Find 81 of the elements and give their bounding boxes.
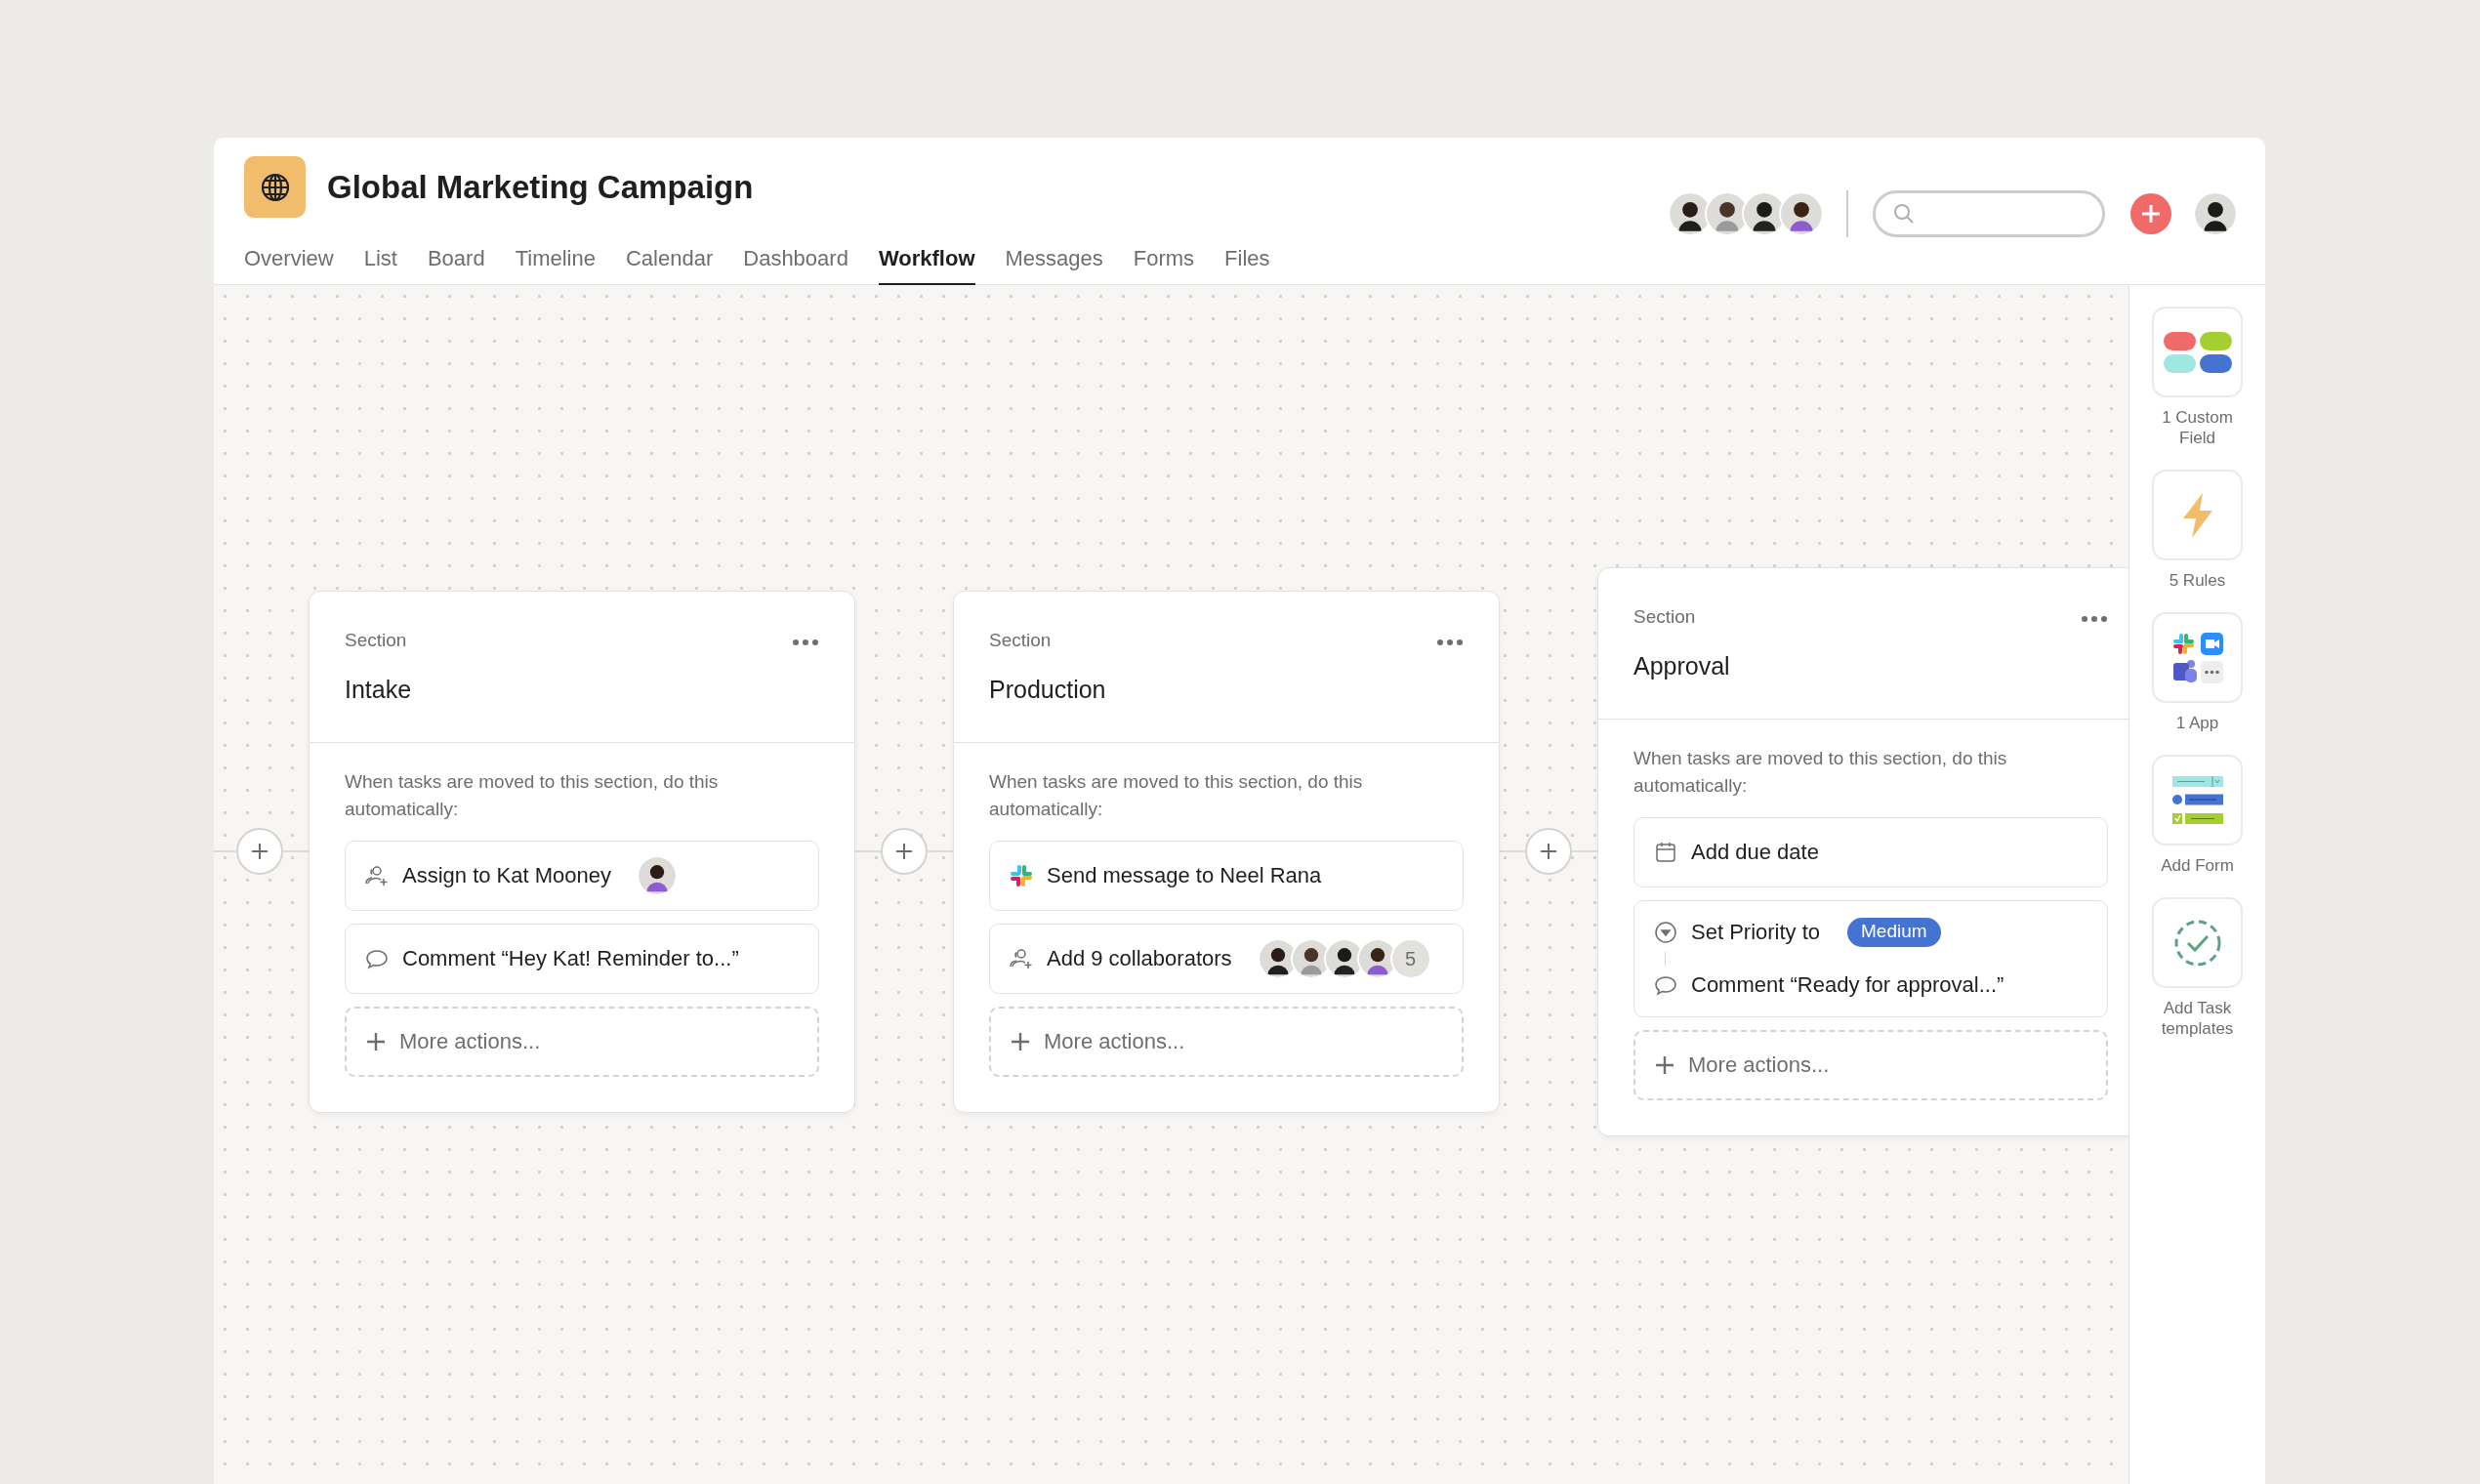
more-icon (1436, 638, 1464, 646)
avatar (1325, 939, 1363, 977)
search-icon (1893, 203, 1915, 225)
avatar (1259, 939, 1297, 977)
more-actions-button[interactable]: More actions... (345, 1006, 819, 1077)
sidebar-tile[interactable] (2152, 470, 2243, 560)
more-actions-button[interactable]: More actions... (1633, 1029, 2108, 1100)
sidebar-tile[interactable] (2152, 897, 2243, 988)
tile-label: Add Task templates (2160, 998, 2235, 1039)
avatar (1781, 193, 1822, 234)
tab[interactable]: Board (427, 231, 485, 286)
section-title: Intake (345, 675, 412, 705)
apps-drawing (2170, 631, 2224, 684)
tab[interactable]: Forms (1133, 231, 1195, 286)
dropdown-circle-icon (1654, 920, 1677, 944)
tab[interactable]: Overview (244, 231, 334, 286)
tile-label: 5 Rules (2168, 570, 2227, 591)
avatar (1292, 939, 1330, 977)
avatar (1744, 193, 1785, 234)
plus-icon (895, 843, 913, 860)
avatar (2195, 193, 2236, 234)
action-button[interactable]: Send message to Neel Rana (989, 840, 1464, 911)
project-title: Global Marketing Campaign (327, 167, 754, 207)
form-drawing (2171, 775, 2223, 825)
slack-icon (1010, 863, 1033, 887)
globe-icon (259, 171, 291, 203)
sidebar-tile[interactable] (2152, 612, 2243, 703)
section-description: When tasks are moved to this section, do this automatically: (345, 769, 720, 821)
tile-label: Add Form (2160, 855, 2235, 876)
check-circle-icon (2172, 918, 2222, 968)
action-button[interactable]: Comment “Hey Kat! Reminder to...” (345, 923, 819, 994)
section-label: Section (989, 628, 1052, 652)
add-section-button[interactable] (1525, 828, 1572, 875)
tile-label: 1 Custom Field (2161, 407, 2234, 448)
avatar (1670, 193, 1711, 234)
add-section-button[interactable] (236, 828, 283, 875)
more-button[interactable] (2081, 614, 2108, 623)
more-icon (2081, 614, 2108, 623)
add-button[interactable] (2130, 193, 2171, 234)
tile-label: 1 App (2174, 713, 2220, 733)
more-actions-button[interactable]: More actions... (989, 1006, 1464, 1077)
section-label: Section (345, 628, 407, 652)
people-add-icon (1010, 946, 1033, 970)
section-title: Approval (1633, 651, 1730, 681)
pills-drawing (2163, 331, 2232, 373)
sidebar-tile[interactable] (2152, 755, 2243, 845)
more-button[interactable] (1436, 638, 1464, 646)
tab[interactable]: Dashboard (743, 231, 848, 286)
plus-icon (251, 843, 269, 860)
action-button[interactable]: Add due date (1633, 816, 2108, 887)
tab[interactable]: List (363, 231, 397, 286)
action-step[interactable]: Set Priority to Medium (1654, 912, 2087, 952)
priority-tag: Medium (1847, 917, 1941, 947)
tab[interactable]: Messages (1005, 231, 1103, 286)
people-add-icon (365, 863, 389, 887)
plus-icon (1540, 843, 1557, 860)
search-field[interactable] (1873, 190, 2105, 237)
plus-icon (1011, 1031, 1030, 1051)
add-section-button[interactable] (881, 828, 928, 875)
section-label: Section (1633, 604, 1696, 629)
avatar (1707, 193, 1748, 234)
plus-icon (2141, 204, 2161, 224)
calendar-icon (1654, 840, 1677, 864)
plus-icon (1655, 1054, 1674, 1075)
section-description: When tasks are moved to this section, do this automatically: (1633, 746, 2008, 798)
tab[interactable]: Calendar (626, 231, 714, 286)
tab[interactable]: Files (1224, 231, 1270, 286)
avatar (639, 856, 676, 894)
sidebar-tile[interactable] (2152, 307, 2243, 397)
more-button[interactable] (792, 638, 819, 646)
more-icon (792, 638, 819, 646)
overflow-count: 5 (1391, 939, 1429, 977)
avatar (1358, 939, 1396, 977)
action-button[interactable]: Assign to Kat Mooney (345, 840, 819, 911)
section-description: When tasks are moved to this section, do this automatically: (989, 769, 1364, 821)
lightning-icon (2180, 492, 2214, 538)
tab[interactable]: Timeline (515, 231, 596, 286)
section-title: Production (989, 675, 1106, 705)
plus-icon (366, 1031, 386, 1051)
action-step[interactable]: Comment “Ready for approval...” (1654, 965, 2087, 1005)
action-button[interactable]: Add 9 collaborators 5 (989, 923, 1464, 994)
